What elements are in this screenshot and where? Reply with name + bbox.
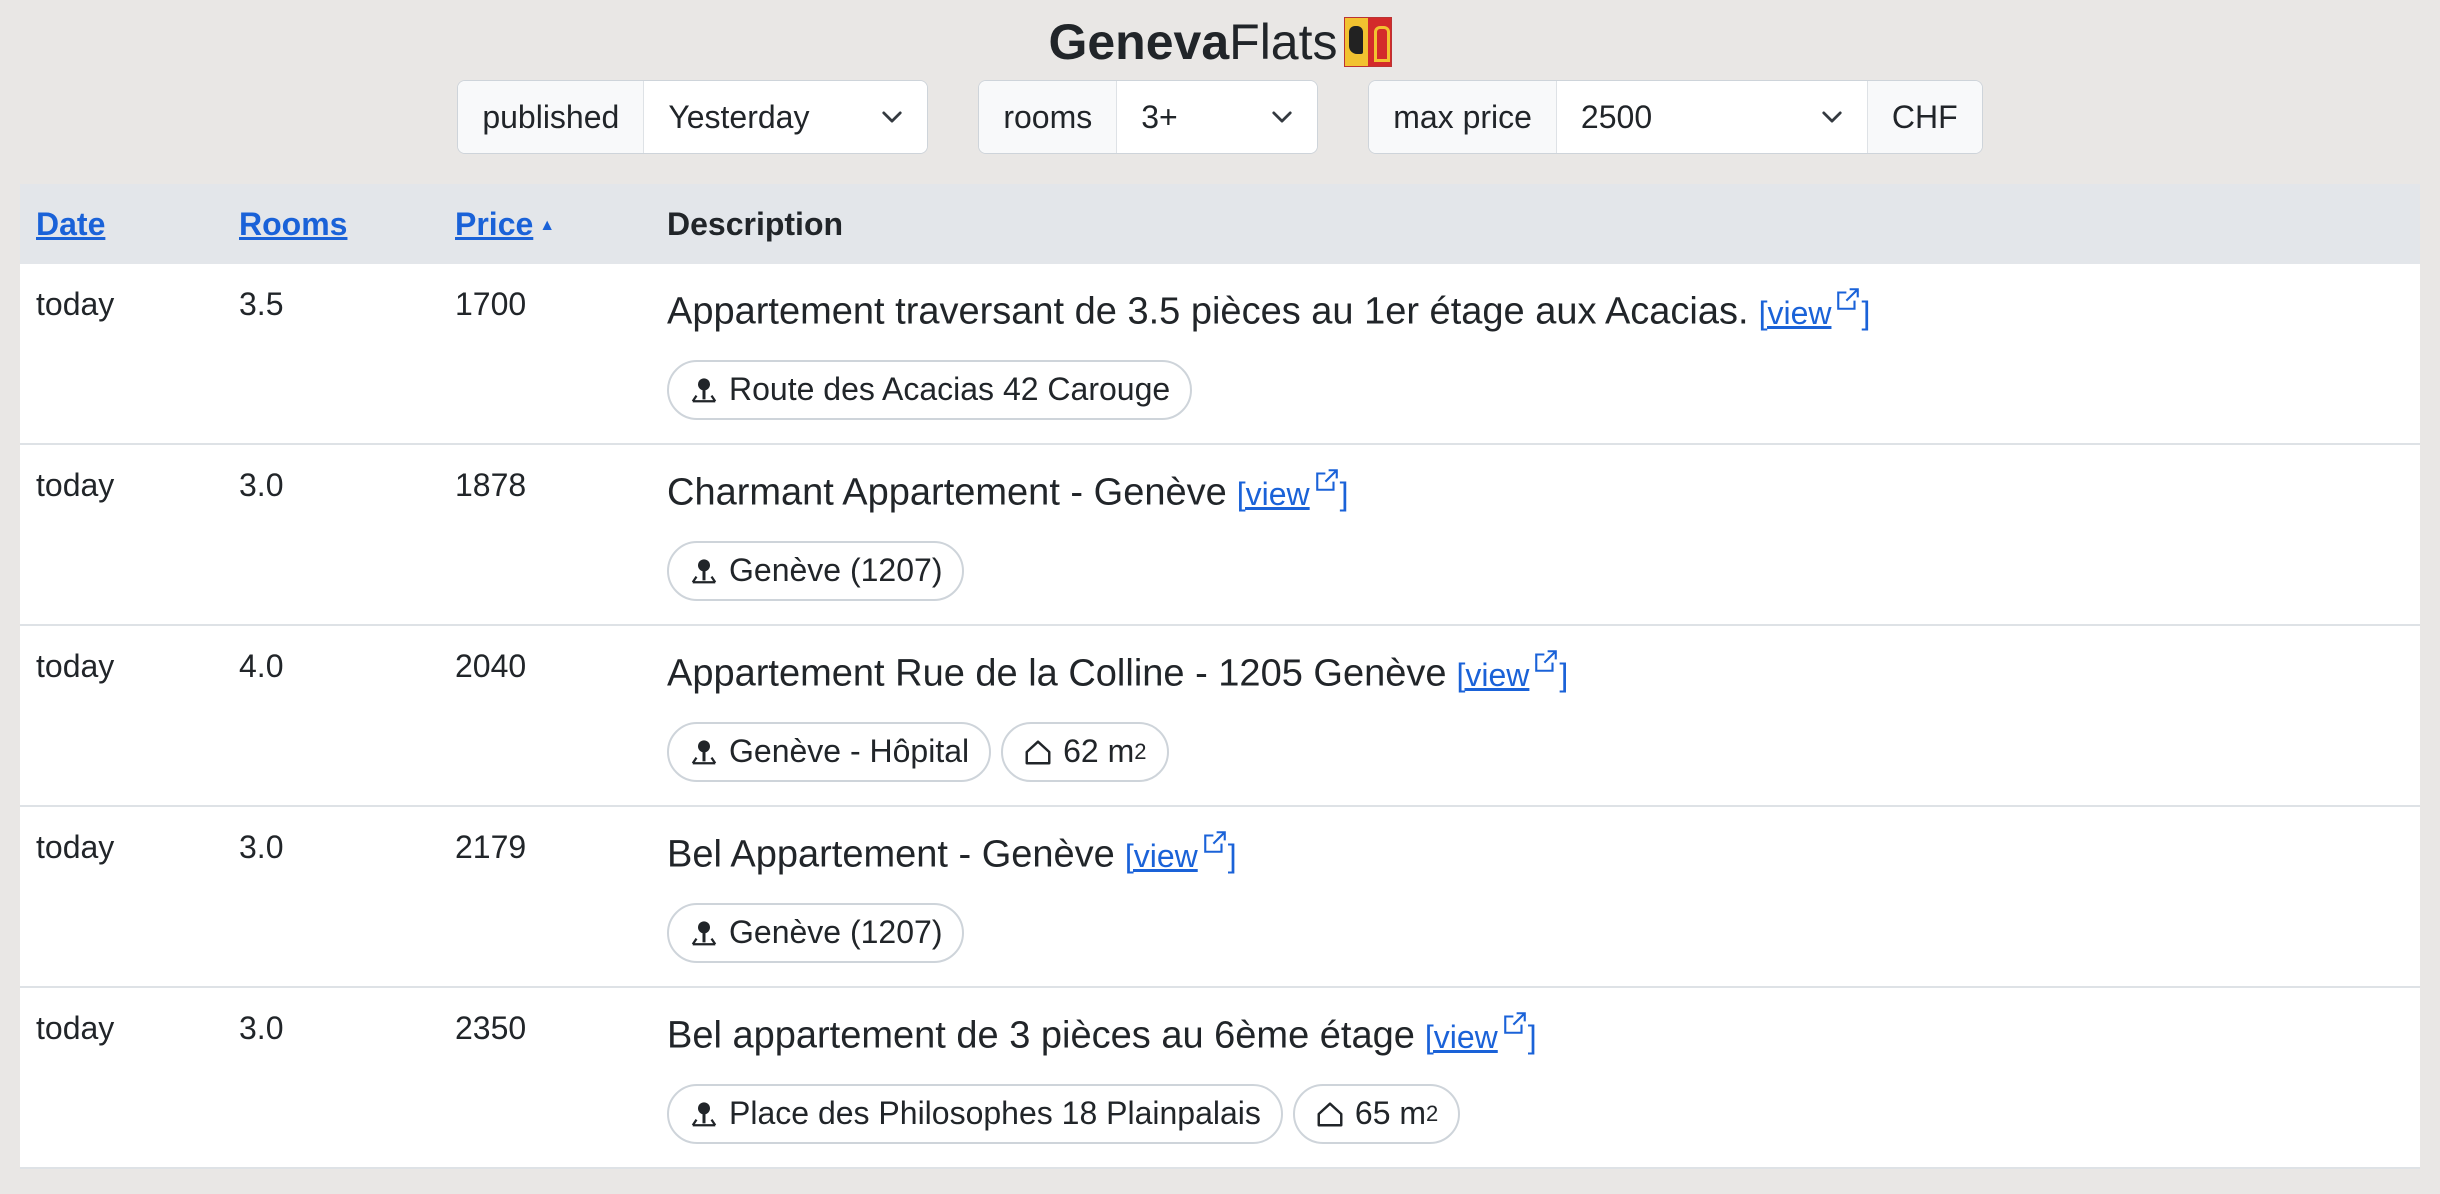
location-text: Genève (1207)	[729, 552, 943, 589]
view-listing-link[interactable]: [view]	[1456, 650, 1568, 693]
external-link-icon	[1535, 650, 1558, 672]
description-cell: Appartement Rue de la Colline - 1205 Gen…	[651, 626, 2420, 805]
description-cell: Charmant Appartement - Genève [view] Genè…	[651, 445, 2420, 624]
listing-title: Appartement traversant de 3.5 pièces au …	[667, 290, 1749, 333]
published-select[interactable]: Yesterday	[644, 81, 928, 153]
view-listing-link[interactable]: [view]	[1237, 469, 1349, 512]
area-unit-sup: 2	[1426, 1100, 1439, 1126]
area-text: 65 m	[1354, 1095, 1427, 1132]
published-value: Yesterday	[668, 98, 810, 135]
price-cell: 1878	[455, 467, 527, 503]
listings-table: Date Rooms Price ▲ Description today 3.5 …	[20, 184, 2420, 1169]
price-cell: 1700	[455, 286, 527, 322]
date-cell: today	[36, 1010, 115, 1046]
location-text: Place des Philosophes 18 Plainpalais	[729, 1095, 1261, 1132]
area-text: 62 m	[1063, 733, 1135, 770]
table-header: Date Rooms Price ▲ Description	[20, 184, 2420, 264]
location-badge: Route des Acacias 42 Carouge	[667, 359, 1193, 420]
house-icon	[1025, 740, 1051, 765]
rooms-cell: 4.0	[239, 648, 284, 684]
price-cell: 2179	[455, 829, 527, 865]
table-row: today 3.5 1700 Appartement traversant de…	[20, 264, 2420, 445]
rooms-cell: 3.0	[239, 467, 284, 503]
brand-name-bold: Geneva	[1048, 14, 1230, 70]
description-cell: Bel Appartement - Genève [view] Genève (1…	[651, 807, 2420, 986]
view-listing-link[interactable]: [view]	[1125, 831, 1237, 874]
listing-title: Bel Appartement - Genève	[667, 833, 1115, 876]
listing-tags: Place des Philosophes 18 Plainpalais 65 m…	[667, 1083, 2420, 1144]
external-link-icon	[1837, 288, 1860, 310]
price-cell: 2350	[455, 1010, 527, 1046]
rooms-filter: rooms 3+	[978, 80, 1319, 154]
listing-tags: Route des Acacias 42 Carouge	[667, 359, 2420, 420]
location-badge: Genève (1207)	[667, 902, 965, 963]
listing-title: Appartement Rue de la Colline - 1205 Gen…	[667, 652, 1447, 695]
max-price-select[interactable]: 2500	[1556, 81, 1867, 153]
external-link-icon	[1203, 831, 1226, 853]
table-row: today 3.0 2179 Bel Appartement - Genève[…	[20, 807, 2420, 988]
listing-tags: Genève (1207)	[667, 902, 2420, 963]
geneva-flag-icon	[1343, 17, 1392, 67]
map-pin-icon	[691, 1102, 717, 1127]
brand-name-light: Flats	[1229, 14, 1338, 70]
map-pin-icon	[691, 740, 717, 765]
rooms-cell: 3.0	[239, 1010, 284, 1046]
location-badge: Genève - Hôpital	[667, 721, 992, 782]
date-cell: today	[36, 829, 115, 865]
date-cell: today	[36, 467, 115, 503]
location-badge: Place des Philosophes 18 Plainpalais	[667, 1083, 1283, 1144]
currency-label: CHF	[1866, 81, 1982, 153]
table-row: today 4.0 2040 Appartement Rue de la Col…	[20, 626, 2420, 807]
listing-title: Charmant Appartement - Genève	[667, 471, 1227, 514]
map-pin-icon	[691, 378, 717, 403]
description-cell: Appartement traversant de 3.5 pièces au …	[651, 264, 2420, 443]
sort-date-link[interactable]: Date	[36, 206, 105, 242]
chevron-down-icon	[1272, 111, 1292, 123]
listing-title: Bel appartement de 3 pièces au 6ème étag…	[667, 1014, 1415, 1057]
published-label: published	[458, 81, 645, 153]
chevron-down-icon	[882, 111, 902, 123]
map-pin-icon	[691, 559, 717, 584]
sort-rooms-link[interactable]: Rooms	[239, 206, 347, 242]
max-price-value: 2500	[1580, 98, 1653, 135]
date-cell: today	[36, 648, 115, 684]
description-cell: Bel appartement de 3 pièces au 6ème étag…	[651, 988, 2420, 1167]
listing-tags: Genève (1207)	[667, 540, 2420, 601]
location-text: Genève (1207)	[729, 914, 943, 951]
filters-bar: published Yesterday rooms 3+ max price 2…	[0, 80, 2440, 154]
area-badge: 62 m2	[1001, 721, 1169, 782]
table-body: today 3.5 1700 Appartement traversant de…	[20, 264, 2420, 1169]
location-badge: Genève (1207)	[667, 540, 965, 601]
description-header: Description	[667, 205, 844, 242]
rooms-cell: 3.5	[239, 286, 284, 322]
external-link-icon	[1315, 469, 1338, 491]
published-filter: published Yesterday	[457, 80, 929, 154]
view-listing-link[interactable]: [view]	[1759, 288, 1870, 331]
table-row: today 3.0 2350 Bel appartement de 3 pièc…	[20, 988, 2420, 1169]
rooms-value: 3+	[1141, 98, 1178, 135]
chevron-down-icon	[1822, 111, 1842, 123]
rooms-label: rooms	[979, 81, 1118, 153]
rooms-select[interactable]: 3+	[1117, 81, 1318, 153]
view-listing-link[interactable]: [view]	[1425, 1012, 1537, 1055]
location-text: Genève - Hôpital	[729, 733, 970, 770]
max-price-label: max price	[1369, 81, 1557, 153]
date-cell: today	[36, 286, 115, 322]
area-badge: 65 m2	[1292, 1083, 1461, 1144]
sort-price-link[interactable]: Price	[455, 206, 533, 242]
max-price-filter: max price 2500 CHF	[1368, 80, 1983, 154]
listing-tags: Genève - Hôpital 62 m2	[667, 721, 2420, 782]
map-pin-icon	[691, 921, 717, 946]
sort-ascending-icon: ▲	[539, 217, 556, 235]
header: Geneva Flats	[0, 0, 2440, 70]
price-cell: 2040	[455, 648, 527, 684]
table-row: today 3.0 1878 Charmant Appartement - Ge…	[20, 445, 2420, 626]
brand-logo[interactable]: Geneva Flats	[1048, 14, 1392, 70]
area-unit-sup: 2	[1134, 738, 1147, 764]
external-link-icon	[1503, 1012, 1526, 1034]
location-text: Route des Acacias 42 Carouge	[729, 371, 1171, 408]
rooms-cell: 3.0	[239, 829, 284, 865]
house-icon	[1317, 1102, 1343, 1127]
